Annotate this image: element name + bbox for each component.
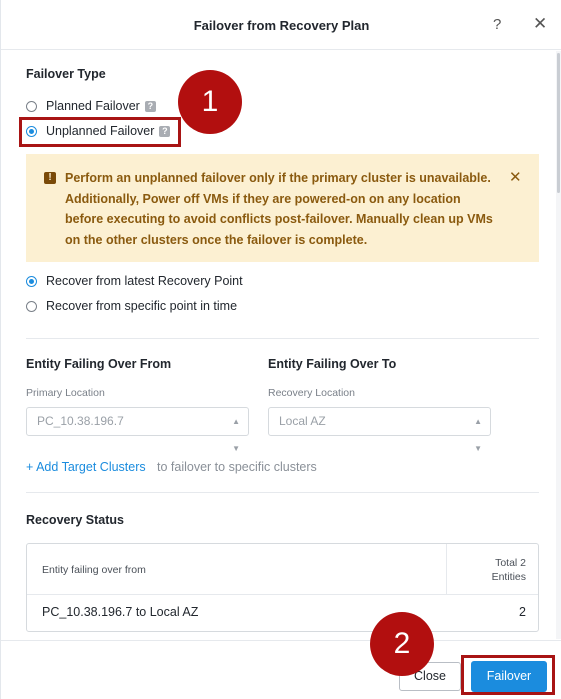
dialog-header: Failover from Recovery Plan ? ✕ <box>1 0 561 50</box>
failover-button[interactable]: Failover <box>471 661 547 692</box>
radio-button-checked-icon[interactable] <box>26 125 37 137</box>
primary-location-value: PC_10.38.196.7 <box>37 414 124 428</box>
recovery-status-heading: Recovery Status <box>26 513 124 527</box>
unplanned-failover-label: Unplanned Failover <box>46 124 155 138</box>
dialog-footer: Close Failover <box>1 640 561 699</box>
step-2-callout: 2 <box>370 612 434 676</box>
planned-failover-radio[interactable]: Planned Failover ? <box>26 99 156 113</box>
row-divider <box>27 594 538 595</box>
add-target-clusters-hint: to failover to specific clusters <box>157 460 317 474</box>
warning-text: Perform an unplanned failover only if th… <box>65 171 493 247</box>
recovery-location-label: Recovery Location <box>268 387 355 399</box>
failover-type-label: Failover Type <box>26 67 106 81</box>
help-icon[interactable]: ? <box>144 100 156 112</box>
recovery-location-value: Local AZ <box>279 414 326 428</box>
select-arrows-icon: ▲ ▼ <box>232 417 240 453</box>
section-divider <box>26 338 539 339</box>
column-header-entity: Entity failing over from <box>42 564 146 576</box>
unplanned-failover-radio[interactable]: Unplanned Failover ? <box>26 124 171 138</box>
radio-button-checked-icon[interactable] <box>26 275 37 287</box>
scrollbar[interactable] <box>556 51 561 639</box>
warning-banner: ! Perform an unplanned failover only if … <box>26 154 539 262</box>
section-divider <box>26 492 539 493</box>
scrollbar-thumb[interactable] <box>557 53 560 193</box>
failover-dialog: Failover from Recovery Plan ? ✕ Failover… <box>0 0 561 699</box>
total-entities-label: Entities <box>491 571 526 583</box>
recovery-location-select[interactable]: Local AZ ▲ ▼ <box>268 407 491 453</box>
entity-to-heading: Entity Failing Over To <box>268 357 397 371</box>
recover-latest-radio[interactable]: Recover from latest Recovery Point <box>26 274 243 288</box>
recover-latest-label: Recover from latest Recovery Point <box>46 274 243 288</box>
primary-location-label: Primary Location <box>26 387 105 399</box>
primary-location-select[interactable]: PC_10.38.196.7 ▲ ▼ <box>26 407 249 453</box>
recovery-status-table: Entity failing over from Total 2 Entitie… <box>26 543 539 632</box>
select-arrows-icon: ▲ ▼ <box>474 417 482 453</box>
radio-button-icon[interactable] <box>26 100 37 112</box>
recover-specific-time-radio[interactable]: Recover from specific point in time <box>26 299 237 313</box>
step-1-callout: 1 <box>178 70 242 134</box>
recover-specific-time-label: Recover from specific point in time <box>46 299 238 313</box>
column-header-total: Total 2 Entities <box>447 556 526 584</box>
warning-icon: ! <box>44 172 56 184</box>
table-row-count: 2 <box>519 605 526 619</box>
help-icon[interactable]: ? <box>493 16 501 33</box>
dialog-title: Failover from Recovery Plan <box>193 18 370 33</box>
table-row-entity: PC_10.38.196.7 to Local AZ <box>42 605 199 619</box>
help-icon[interactable]: ? <box>159 125 171 137</box>
planned-failover-label: Planned Failover <box>46 99 140 113</box>
add-target-clusters-link[interactable]: + Add Target Clusters <box>26 460 146 474</box>
dialog-body: Failover Type Planned Failover ? Unplann… <box>1 51 557 639</box>
dismiss-warning-icon[interactable]: ✕ <box>509 168 522 186</box>
close-icon[interactable]: ✕ <box>533 14 547 34</box>
total-count-label: Total 2 <box>495 557 526 569</box>
radio-button-icon[interactable] <box>26 300 37 312</box>
entity-from-heading: Entity Failing Over From <box>26 357 172 371</box>
